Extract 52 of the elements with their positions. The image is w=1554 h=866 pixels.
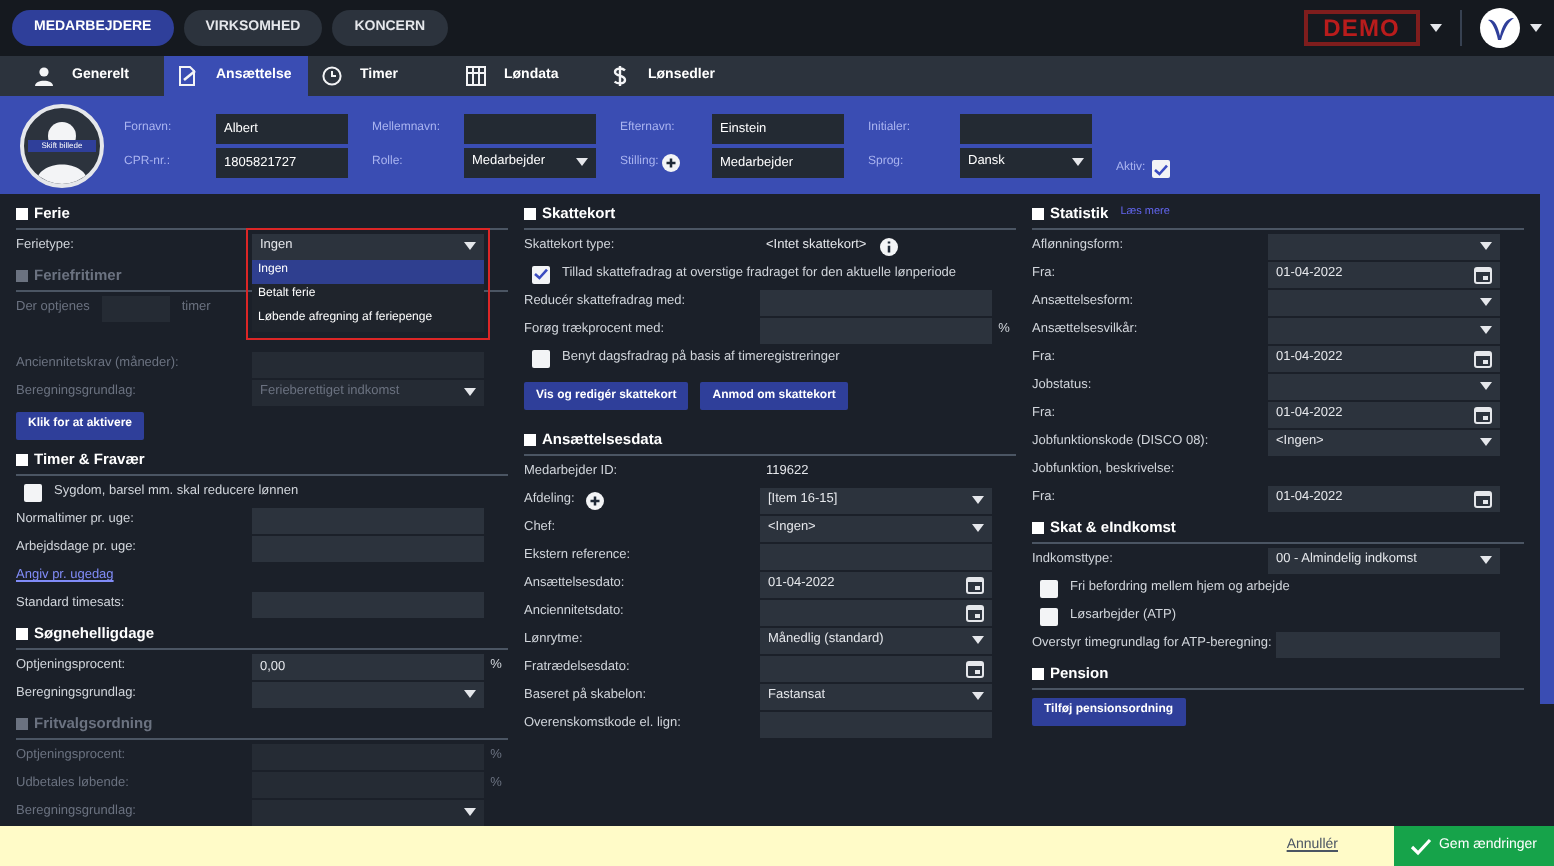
caret-icon [464, 808, 476, 816]
calendar-icon [1474, 265, 1492, 283]
checkbox[interactable] [1040, 607, 1058, 625]
calendar-icon [1474, 405, 1492, 423]
checkbox[interactable] [24, 483, 42, 501]
date-field[interactable] [760, 599, 992, 625]
caret-icon [576, 158, 588, 166]
dropdown[interactable] [1268, 317, 1500, 343]
caret-icon [972, 692, 984, 700]
caret-icon [1480, 242, 1492, 250]
calendar-icon [966, 603, 984, 621]
caret-icon [464, 388, 476, 396]
person-icon [34, 66, 54, 86]
document-edit-icon [178, 66, 198, 86]
scrollbar[interactable] [1540, 194, 1554, 704]
checkbox[interactable] [532, 349, 550, 367]
caret-icon [1530, 24, 1542, 32]
clock-icon [322, 66, 342, 86]
dropdown[interactable] [1268, 289, 1500, 315]
text-field[interactable] [960, 113, 1092, 143]
caret-icon [1480, 556, 1492, 564]
caret-icon [1430, 24, 1442, 32]
check-icon [1410, 837, 1433, 855]
checkbox[interactable] [1040, 579, 1058, 597]
caret-icon [972, 636, 984, 644]
calendar-icon [1474, 489, 1492, 507]
dollar-icon [610, 66, 630, 86]
demo-badge: DEMO [1303, 10, 1420, 46]
dropdown[interactable] [252, 799, 484, 825]
dropdown[interactable] [1268, 233, 1500, 259]
caret-icon [1480, 438, 1492, 446]
checkbox[interactable] [532, 265, 550, 283]
grid-icon [466, 66, 486, 86]
text-field[interactable] [252, 743, 484, 769]
caret-icon [1072, 158, 1084, 166]
caret-icon [1480, 382, 1492, 390]
caret-icon [464, 690, 476, 698]
caret-icon [972, 524, 984, 532]
text-field[interactable] [464, 113, 596, 143]
checkbox[interactable] [1151, 160, 1170, 178]
text-field[interactable] [101, 295, 170, 321]
calendar-icon [1474, 349, 1492, 367]
caret-icon [972, 496, 984, 504]
caret-icon [1480, 298, 1492, 306]
date-field[interactable] [760, 655, 992, 681]
logo [1480, 8, 1520, 48]
calendar-icon [966, 575, 984, 593]
calendar-icon [966, 659, 984, 677]
caret-icon [1480, 326, 1492, 334]
dropdown[interactable] [1268, 373, 1500, 399]
dropdown[interactable] [252, 681, 484, 707]
caret-icon [464, 242, 476, 250]
